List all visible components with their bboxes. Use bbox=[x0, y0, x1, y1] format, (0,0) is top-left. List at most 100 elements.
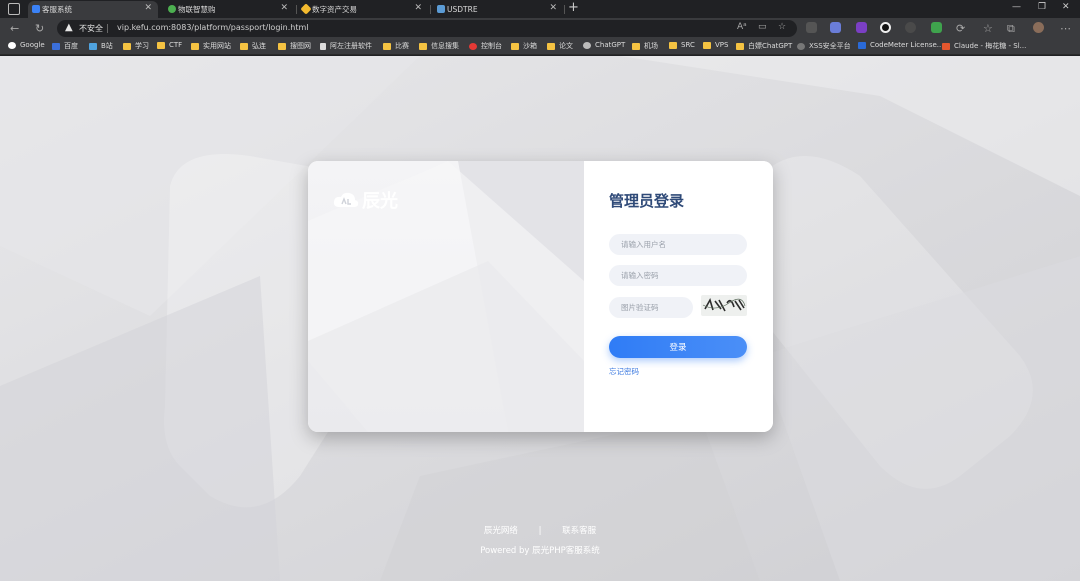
bookmark-item[interactable]: 论文 bbox=[547, 41, 573, 51]
more-icon[interactable]: ⋯ bbox=[1060, 22, 1071, 35]
bookmark-label: 百度 bbox=[64, 42, 78, 50]
brand-name: 辰光 bbox=[362, 191, 398, 212]
favorite-add-icon[interactable]: ☆ bbox=[778, 22, 786, 32]
collections-icon[interactable]: ⧉ bbox=[1007, 22, 1015, 36]
bookmark-item[interactable]: 沙箱 bbox=[511, 41, 537, 51]
footer-link-company[interactable]: 辰光网络 bbox=[484, 526, 518, 536]
bookmark-item[interactable]: CTF bbox=[157, 41, 182, 49]
tab-divider bbox=[564, 5, 565, 14]
footer-link-support[interactable]: 联系客服 bbox=[562, 526, 596, 536]
captcha-image[interactable] bbox=[701, 295, 747, 316]
folder-icon bbox=[383, 42, 391, 50]
login-card-banner: 辰光 bbox=[308, 161, 584, 432]
baidu-icon bbox=[52, 42, 60, 50]
url-text[interactable]: vip.kefu.com:8083/platform/passport/logi… bbox=[117, 23, 308, 32]
tab-title: 客服系统 bbox=[42, 5, 72, 14]
huawei-icon bbox=[469, 42, 477, 50]
password-input[interactable] bbox=[609, 265, 747, 286]
bookmark-label: Claude - 梅花糖 - Sl... bbox=[954, 42, 1027, 50]
browser-toolbar: ← ↻ ▲ 不安全 vip.kefu.com:8083/platform/pas… bbox=[0, 18, 1080, 39]
bookmarks-bar: Google 百度 B站 学习 CTF 实用网站 弘连 搜图网 阿左注册软件 比… bbox=[0, 39, 1080, 55]
bookmark-item[interactable]: Claude - 梅花糖 - Sl... bbox=[942, 41, 1026, 51]
address-bar[interactable]: ▲ 不安全 vip.kefu.com:8083/platform/passpor… bbox=[57, 20, 797, 37]
bookmark-item[interactable]: 信息搜集 bbox=[419, 41, 459, 51]
bookmark-label: 控制台 bbox=[481, 42, 502, 50]
tab-usdtre[interactable]: USDTRE ✕ bbox=[433, 1, 563, 18]
tab-divider bbox=[430, 5, 431, 14]
bookmark-label: XSS安全平台 bbox=[809, 42, 851, 50]
tab-close-icon[interactable]: ✕ bbox=[549, 3, 557, 13]
bookmark-item[interactable]: XSS安全平台 bbox=[797, 41, 851, 51]
bookmark-label: 沙箱 bbox=[523, 42, 537, 50]
reload-icon[interactable]: ↻ bbox=[35, 22, 44, 35]
forgot-password-link[interactable]: 忘记密码 bbox=[609, 366, 639, 377]
bookmark-label: VPS bbox=[715, 41, 729, 49]
bookmark-item[interactable]: 白嫖ChatGPT bbox=[736, 41, 792, 51]
folder-icon bbox=[419, 42, 427, 50]
favorites-icon[interactable]: ☆ bbox=[983, 22, 993, 35]
bookmark-item[interactable]: 学习 bbox=[123, 41, 149, 51]
tab-wulian[interactable]: 物联智慧购 ✕ bbox=[164, 1, 294, 18]
bookmark-item[interactable]: ChatGPT bbox=[583, 41, 625, 49]
shield-icon[interactable] bbox=[931, 22, 942, 33]
folder-icon bbox=[736, 42, 744, 50]
avatar[interactable] bbox=[1033, 22, 1044, 33]
login-button[interactable]: 登录 bbox=[609, 336, 747, 358]
tab-close-icon[interactable]: ✕ bbox=[280, 3, 288, 13]
username-input[interactable] bbox=[609, 234, 747, 255]
bookmark-label: 机场 bbox=[644, 42, 658, 50]
warning-icon[interactable]: ▲ bbox=[65, 22, 73, 33]
bookmark-item[interactable]: SRC bbox=[669, 41, 695, 49]
claude-icon bbox=[942, 42, 950, 50]
cloud-logo-icon bbox=[333, 192, 359, 207]
google-icon bbox=[8, 41, 16, 49]
bookmark-label: 学习 bbox=[135, 42, 149, 50]
close-window-icon[interactable]: ✕ bbox=[1062, 2, 1070, 12]
tab-divider bbox=[296, 5, 297, 14]
codemeter-icon bbox=[858, 41, 866, 49]
folder-icon bbox=[191, 42, 199, 50]
folder-icon bbox=[278, 42, 286, 50]
extension-icon[interactable] bbox=[856, 22, 867, 33]
captcha-input[interactable] bbox=[609, 297, 693, 318]
bookmark-item[interactable]: VPS bbox=[703, 41, 728, 49]
puzzle-icon[interactable]: ⟳ bbox=[956, 22, 965, 35]
tab-close-icon[interactable]: ✕ bbox=[414, 3, 422, 13]
bookmark-item[interactable]: 搜图网 bbox=[278, 41, 311, 51]
extension-icon[interactable] bbox=[806, 22, 817, 33]
bookmark-item[interactable]: 机场 bbox=[632, 41, 658, 51]
bookmark-item[interactable]: 比赛 bbox=[383, 41, 409, 51]
login-card: 辰光 管理员登录 登录 忘记密码 bbox=[308, 161, 773, 432]
bookmark-label: 搜图网 bbox=[290, 42, 311, 50]
tab-kefu[interactable]: 客服系统 ✕ bbox=[28, 1, 158, 18]
powered-by: Powered by 辰光PHP客服系统 bbox=[480, 546, 600, 556]
back-icon[interactable]: ← bbox=[10, 22, 19, 35]
bookmark-item[interactable]: Google bbox=[8, 41, 45, 49]
bookmark-item[interactable]: CodeMeter License... bbox=[858, 41, 944, 49]
browser-tab-strip: 客服系统 ✕ 物联智慧购 ✕ 数字资产交易 ✕ USDTRE ✕ + — ❐ ✕ bbox=[0, 0, 1080, 18]
bookmark-item[interactable]: B站 bbox=[89, 41, 113, 51]
window-menu-icon[interactable] bbox=[8, 3, 20, 15]
extension-icon[interactable] bbox=[880, 22, 891, 33]
minimize-icon[interactable]: — bbox=[1012, 2, 1021, 12]
bookmark-item[interactable]: 百度 bbox=[52, 41, 78, 51]
bookmark-item[interactable]: 弘连 bbox=[240, 41, 266, 51]
new-tab-icon[interactable]: + bbox=[568, 0, 579, 15]
restore-icon[interactable]: ❐ bbox=[1038, 2, 1046, 12]
bookmark-item[interactable]: 控制台 bbox=[469, 41, 502, 51]
tab-shuzi[interactable]: 数字资产交易 ✕ bbox=[298, 1, 428, 18]
extension-icon[interactable] bbox=[905, 22, 916, 33]
bookmark-label: 阿左注册软件 bbox=[330, 42, 372, 50]
bookmark-item[interactable]: 阿左注册软件 bbox=[320, 41, 372, 51]
bookmark-item[interactable]: 实用网站 bbox=[191, 41, 231, 51]
read-aloud-icon[interactable]: Aᵃ bbox=[737, 22, 747, 32]
folder-icon bbox=[157, 41, 165, 49]
reader-view-icon[interactable]: ▭ bbox=[758, 22, 767, 32]
security-label[interactable]: 不安全 bbox=[79, 23, 103, 34]
folder-icon bbox=[123, 42, 131, 50]
bookmark-label: ChatGPT bbox=[595, 41, 626, 49]
chatgpt-icon bbox=[583, 41, 591, 49]
tab-close-icon[interactable]: ✕ bbox=[144, 3, 152, 13]
bookmark-label: B站 bbox=[101, 42, 113, 50]
extension-icon[interactable] bbox=[830, 22, 841, 33]
